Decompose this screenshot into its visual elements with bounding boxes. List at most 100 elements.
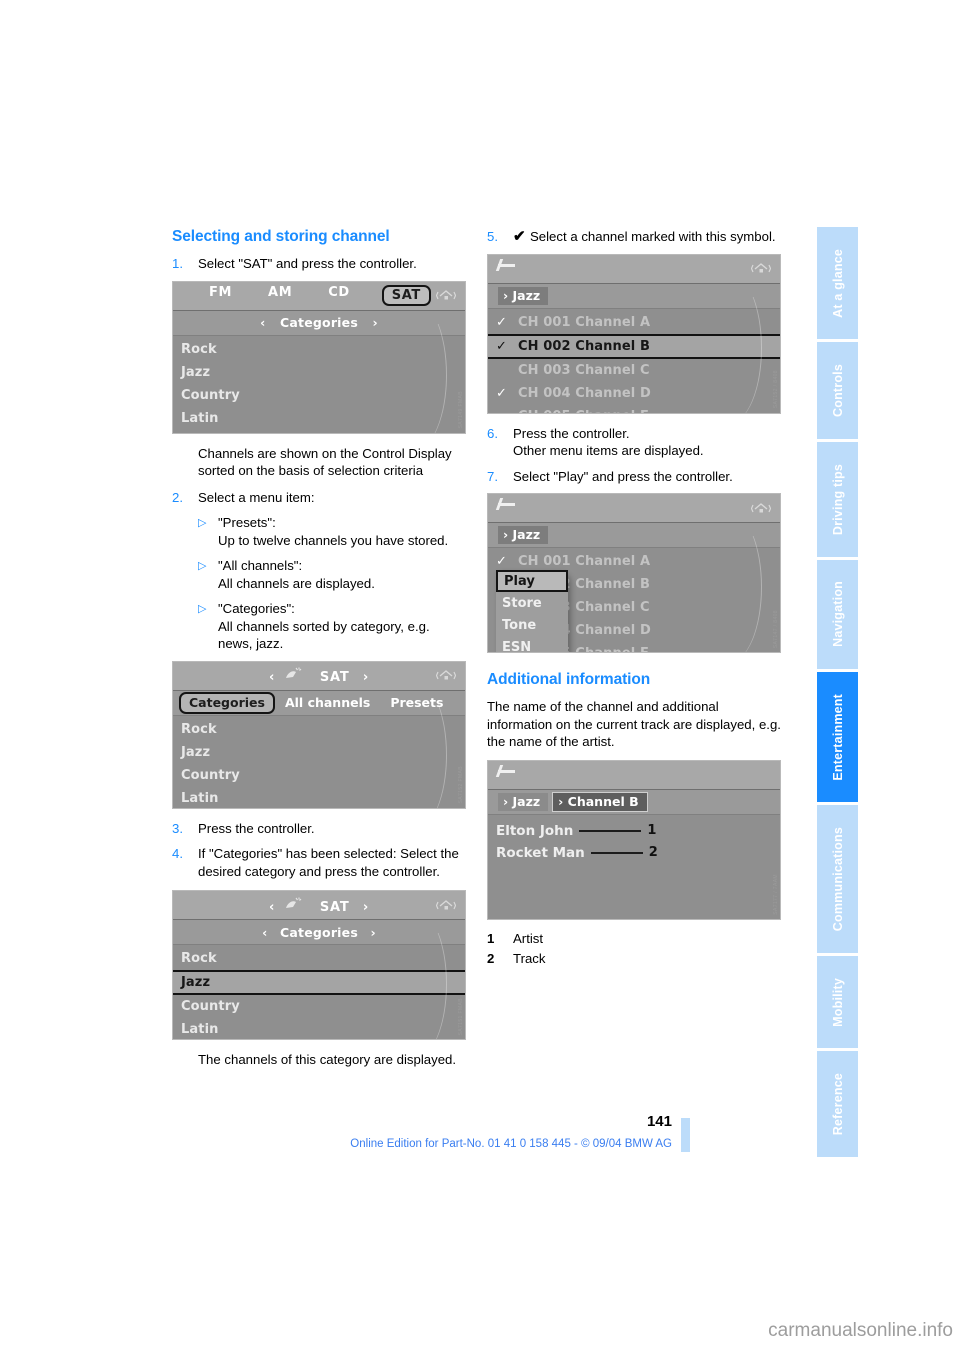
prev-arrow-icon[interactable]: ‹ (269, 900, 275, 915)
checkmark-icon: ✓ (496, 363, 518, 378)
next-arrow-icon[interactable]: › (363, 900, 369, 915)
menu-item-play[interactable]: Play (496, 570, 568, 592)
crumb-label: Channel B (567, 793, 639, 809)
channel-label: CH 001 Channel A (518, 554, 651, 569)
home-icon[interactable] (750, 260, 772, 278)
back-icon[interactable] (496, 259, 518, 277)
sidebar-item-entertainment[interactable]: Entertainment (817, 672, 858, 803)
idrive-sub-bar: Categories All channels Presets (173, 690, 465, 716)
sidebar-item-label: Driving tips (830, 463, 845, 535)
table-row-selected[interactable]: ✓ CH 002 Channel B (488, 333, 780, 359)
sidebar-item-mobility[interactable]: Mobility (817, 955, 858, 1049)
crumb-label: Jazz (512, 793, 541, 809)
figure-code: SA7177 / 7AAM (773, 873, 779, 915)
list-item[interactable]: Latin (173, 407, 465, 430)
sidebar-item-controls[interactable]: Controls (817, 342, 858, 439)
list-item[interactable]: Jazz (173, 741, 465, 764)
list-item[interactable]: Rock (173, 338, 465, 361)
figure-code: SA7149 FMAB (458, 391, 464, 429)
breadcrumb-jazz[interactable]: › Jazz (498, 526, 549, 544)
sidebar-item-driving-tips[interactable]: Driving tips (817, 441, 858, 557)
breadcrumb-jazz[interactable]: › Jazz (498, 286, 549, 305)
breadcrumb-channel-b[interactable]: › Channel B (552, 791, 648, 812)
step-number: 4. (172, 846, 183, 861)
list-item-selected[interactable]: Jazz (173, 970, 465, 995)
legend-key: 2 (487, 950, 495, 966)
figure-code: SA7147 / 8408 (773, 609, 779, 648)
sidebar-item-label: Navigation (830, 581, 845, 648)
mode-am[interactable]: AM (264, 285, 296, 306)
prev-arrow-icon[interactable]: ‹ (269, 670, 275, 685)
bullet-presets: ▷ "Presets": Up to twelve channels you h… (198, 514, 466, 549)
mode-fm[interactable]: FM (205, 285, 236, 306)
info-row-track: Rocket Man 2 (488, 842, 780, 864)
bullet-categories: ▷ "Categories": All channels sorted by c… (198, 600, 466, 653)
list-item[interactable]: Pop (173, 430, 465, 433)
bullet-desc: All channels are displayed. (218, 575, 375, 591)
menu-item-tone[interactable]: Tone (496, 614, 568, 636)
note-sorted-channels: Channels are shown on the Control Displa… (198, 445, 452, 479)
triangle-bullet-icon: ▷ (198, 560, 207, 572)
sidebar-item-reference[interactable]: Reference (817, 1051, 858, 1157)
list-item[interactable]: Latin (173, 1018, 465, 1039)
list-item[interactable]: Country (173, 995, 465, 1018)
table-row[interactable]: ✓ CH 003 Channel C (488, 359, 780, 382)
step-text: Press the controller. (198, 820, 315, 836)
home-icon[interactable] (435, 667, 457, 685)
sidebar-item-at-a-glance[interactable]: At a glance (817, 227, 858, 340)
mode-sat-selected[interactable]: SAT (381, 285, 431, 306)
breadcrumb: › Jazz › Channel B (488, 791, 780, 812)
next-arrow-icon[interactable]: › (371, 925, 376, 940)
table-row[interactable]: ✓ CH 005 Channel E (488, 405, 780, 413)
context-menu: Play Store Tone ESN (496, 570, 568, 653)
table-row[interactable]: ✓ CH 001 Channel A (488, 311, 780, 334)
legend-item-artist: 1 Artist (487, 931, 781, 946)
idrive-top-bar: FM AM CD SAT (173, 281, 465, 311)
sat-tab-strip: Categories All channels Presets (173, 691, 465, 714)
next-arrow-icon[interactable]: › (363, 670, 369, 685)
mode-cd[interactable]: CD (324, 285, 354, 306)
top-bar-title: SAT (319, 899, 350, 915)
leader-line (590, 851, 643, 854)
bullet-title: "Categories": (218, 601, 295, 616)
step-number: 7. (487, 468, 498, 484)
list-item[interactable]: Rock (173, 947, 465, 970)
step-number: 2. (172, 489, 183, 505)
checkmark-icon: ✓ (496, 314, 507, 330)
prev-arrow-icon[interactable]: ‹ (262, 925, 267, 940)
list-item[interactable]: Rock (173, 718, 465, 741)
list-item[interactable]: Latin (173, 787, 465, 808)
back-icon[interactable] (496, 765, 518, 783)
sidebar-item-label: Entertainment (830, 693, 845, 781)
channel-label: CH 002 Channel B (518, 338, 650, 354)
tab-categories[interactable]: Categories (179, 691, 275, 714)
home-icon[interactable] (435, 287, 457, 305)
next-arrow-icon[interactable]: › (373, 315, 378, 330)
checkmark-icon: ✔ (513, 228, 526, 245)
bullet-text: "All channels": All channels are display… (218, 557, 466, 592)
step-number: 5. (487, 229, 498, 244)
category-list: Rock Jazz Country Latin Pop (173, 335, 465, 433)
tab-all-channels[interactable]: All channels (275, 695, 380, 710)
home-icon[interactable] (435, 896, 457, 914)
list-item[interactable]: Country (173, 764, 465, 787)
note-channels-displayed: The channels of this category are displa… (198, 1052, 457, 1067)
now-playing-info: Elton John 1 Rocket Man 2 (488, 814, 780, 864)
home-icon[interactable] (750, 499, 772, 517)
figure-context-menu: › Jazz ✓ CH 001 Channel A ✓ CH 002 Chann… (487, 493, 781, 653)
menu-item-store[interactable]: Store (496, 592, 568, 614)
sidebar-item-navigation[interactable]: Navigation (817, 559, 858, 670)
back-icon[interactable] (496, 498, 518, 516)
list-item[interactable]: Country (173, 384, 465, 407)
sidebar-item-label: Reference (830, 1072, 845, 1136)
table-row[interactable]: ✓ CH 004 Channel D (488, 382, 780, 405)
sidebar-item-communications[interactable]: Communications (817, 805, 858, 953)
subbar-title: Categories (280, 924, 358, 940)
prev-arrow-icon[interactable]: ‹ (260, 315, 265, 330)
tab-presets[interactable]: Presets (380, 695, 453, 710)
step-text-line2: Other menu items are displayed. (513, 443, 704, 458)
menu-item-esn[interactable]: ESN (496, 636, 568, 653)
list-item[interactable]: Jazz (173, 361, 465, 384)
breadcrumb-jazz[interactable]: › Jazz (498, 792, 549, 811)
checkmark-icon: ✓ (496, 409, 518, 413)
